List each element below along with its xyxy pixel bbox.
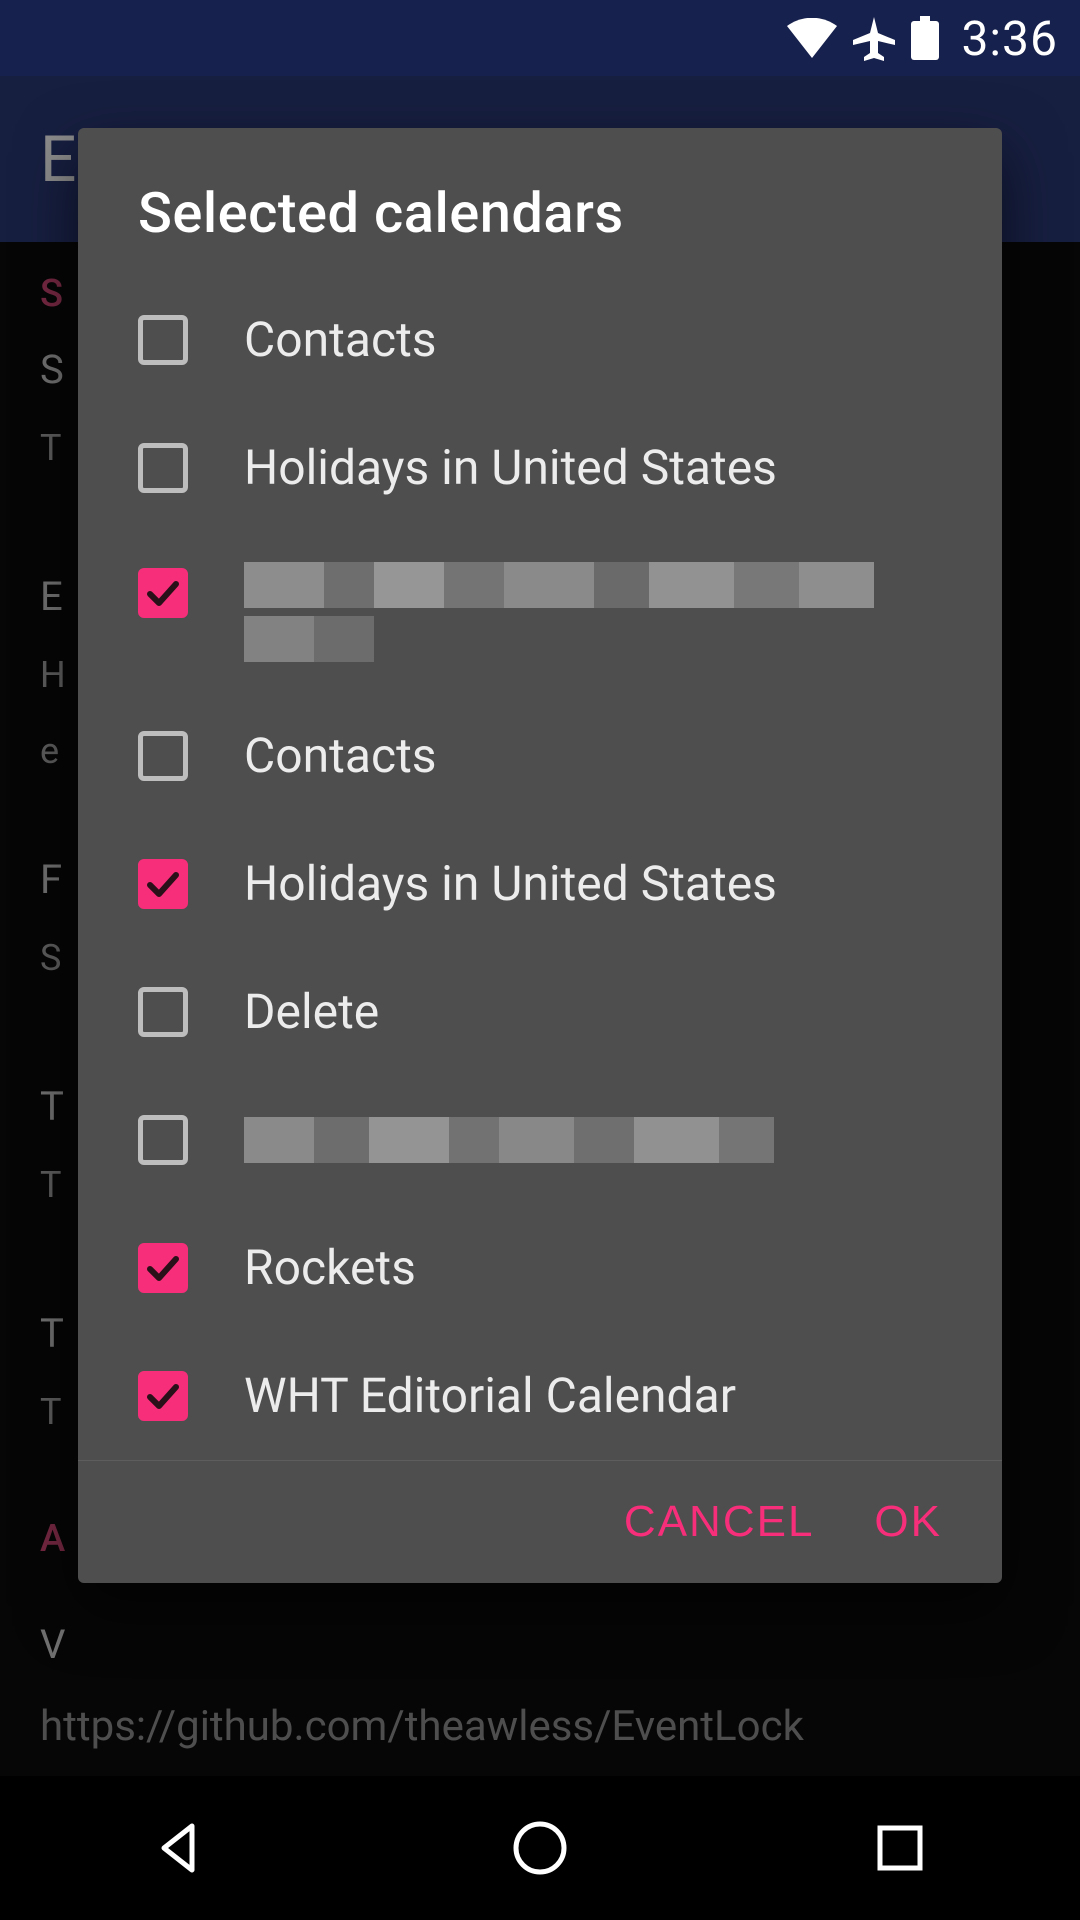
calendar-item-rockets[interactable]: Rockets [78,1204,1002,1332]
status-bar: 3:36 [0,0,1080,76]
home-button[interactable] [500,1808,580,1888]
checkbox-icon[interactable] [138,1371,188,1421]
calendar-item-contacts-2[interactable]: Contacts [78,692,1002,820]
battery-icon [911,16,939,60]
calendar-item-contacts[interactable]: Contacts [78,276,1002,404]
checkbox-icon[interactable] [138,443,188,493]
calendar-item-wht-editorial[interactable]: WHT Editorial Calendar [78,1332,1002,1460]
calendar-item-label: Contacts [244,726,942,786]
calendar-item-label-redacted [244,562,942,662]
calendar-item-redacted-1[interactable] [78,532,1002,692]
selected-calendars-dialog: Selected calendars Contacts Holidays in … [78,128,1002,1583]
wifi-icon [787,18,837,58]
calendar-item-label-redacted [244,1117,942,1163]
checkbox-icon[interactable] [138,1243,188,1293]
ok-button[interactable]: OK [874,1497,942,1547]
recent-apps-button[interactable] [860,1808,940,1888]
calendar-item-label: Rockets [244,1238,942,1298]
calendar-item-holidays-us-2[interactable]: Holidays in United States [78,820,1002,948]
back-button[interactable] [140,1808,220,1888]
airplane-icon [851,15,897,61]
calendar-item-holidays-us[interactable]: Holidays in United States [78,404,1002,532]
calendar-item-label: Holidays in United States [244,854,942,914]
dialog-title: Selected calendars [78,128,1002,276]
calendar-item-redacted-2[interactable] [78,1076,1002,1204]
dialog-actions: CANCEL OK [78,1460,1002,1583]
calendar-item-label: Holidays in United States [244,438,942,498]
checkbox-icon[interactable] [138,315,188,365]
calendar-item-label: WHT Editorial Calendar [244,1366,942,1426]
calendar-item-delete[interactable]: Delete [78,948,1002,1076]
status-time: 3:36 [961,10,1058,67]
dialog-list: Contacts Holidays in United States Conta… [78,276,1002,1460]
checkbox-icon[interactable] [138,568,188,618]
calendar-item-label: Contacts [244,310,942,370]
checkbox-icon[interactable] [138,987,188,1037]
checkbox-icon[interactable] [138,859,188,909]
calendar-item-label: Delete [244,982,942,1042]
checkbox-icon[interactable] [138,1115,188,1165]
cancel-button[interactable]: CANCEL [624,1497,815,1547]
navigation-bar [0,1776,1080,1920]
checkbox-icon[interactable] [138,731,188,781]
